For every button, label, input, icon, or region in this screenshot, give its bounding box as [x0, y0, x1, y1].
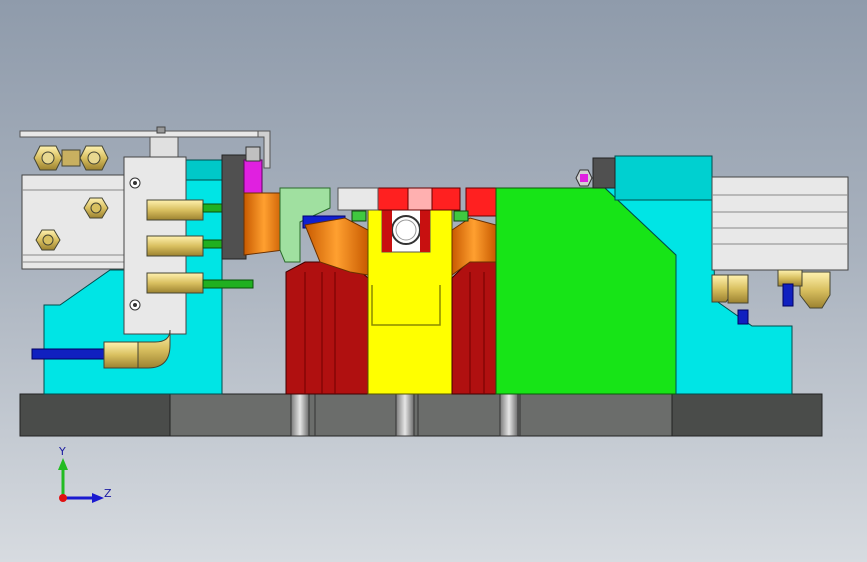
top-nuts[interactable] [33, 145, 109, 171]
hex-nut-icon [33, 145, 63, 171]
right-cylinder[interactable] [711, 176, 849, 271]
left-cylinder[interactable] [21, 174, 129, 270]
piston-assembly[interactable] [221, 146, 285, 260]
base-plate[interactable] [19, 393, 823, 437]
hex-nut-icon [575, 169, 593, 187]
right-red-jaw[interactable] [451, 261, 497, 395]
coordinate-triad: Y Z [58, 445, 112, 503]
left-red-jaw[interactable] [285, 261, 369, 395]
cad-viewport[interactable]: Y Z [0, 0, 867, 562]
center-yellow-block[interactable] [367, 204, 453, 395]
fixture-model-view[interactable]: Y Z [0, 0, 867, 562]
hex-nut-icon [79, 145, 109, 171]
y-axis-label: Y [58, 445, 66, 458]
origin-icon [59, 494, 67, 502]
z-axis-label: Z [104, 487, 112, 500]
